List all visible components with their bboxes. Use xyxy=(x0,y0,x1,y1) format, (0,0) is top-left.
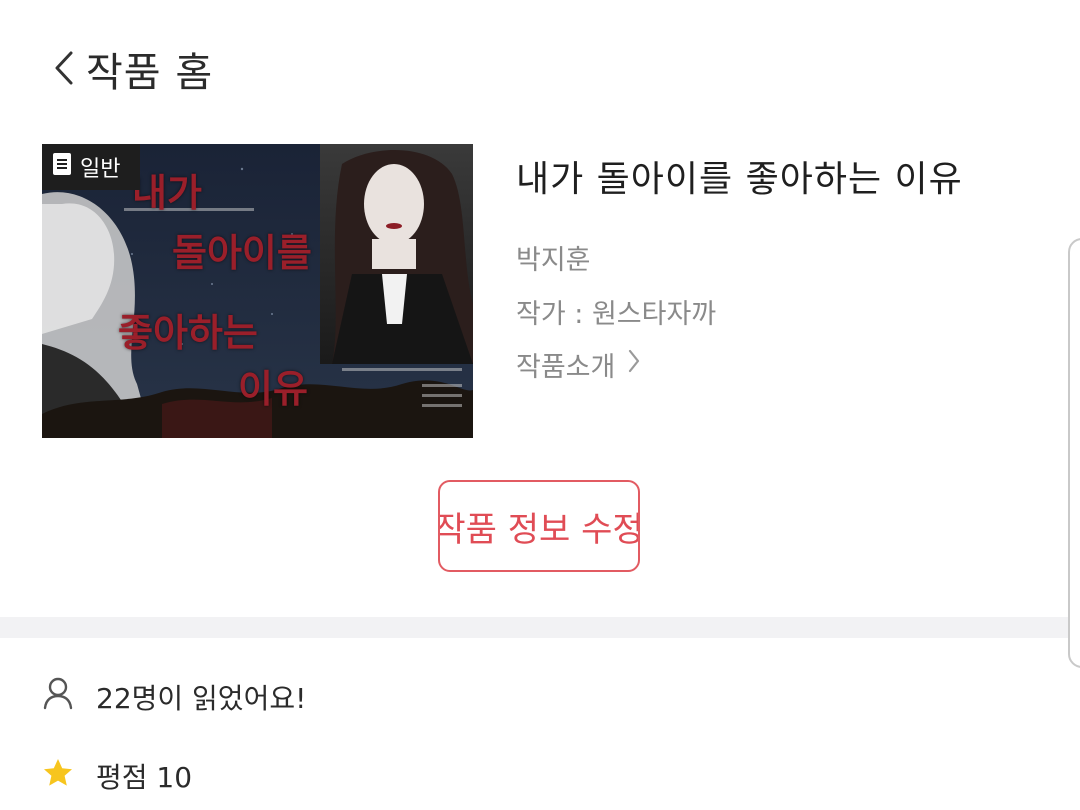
cover-text-line: 좋아하는 xyxy=(118,310,258,355)
chevron-left-icon xyxy=(53,49,75,91)
work-intro-link[interactable]: 작품소개 xyxy=(516,345,641,384)
cover-text-line: 돌아이를 xyxy=(172,230,312,275)
section-divider xyxy=(0,617,1080,638)
work-title: 내가 돌아이를 좋아하는 이유 xyxy=(516,159,963,200)
rating-text: 평점 10 xyxy=(96,761,193,794)
author-name[interactable]: 작가 : 원스타자까 xyxy=(516,292,716,331)
document-icon xyxy=(52,152,72,182)
read-count-row: 22명이 읽었어요! xyxy=(42,676,306,717)
character-name: 박지훈 xyxy=(516,245,591,276)
cover-text-line: 이유 xyxy=(238,366,308,411)
chevron-right-icon xyxy=(627,348,641,381)
read-count-text: 22명이 읽었어요! xyxy=(96,681,307,715)
star-icon xyxy=(42,757,74,796)
back-button[interactable] xyxy=(44,44,84,96)
edit-work-info-button[interactable]: 작품 정보 수정 xyxy=(438,480,640,572)
work-intro-label: 작품소개 xyxy=(516,352,616,383)
cover-text-line: 내가 xyxy=(132,170,202,215)
genre-badge: 일반 xyxy=(42,144,140,190)
top-bar: 작품 홈 xyxy=(0,0,1080,140)
person-icon xyxy=(42,676,74,717)
genre-label: 일반 xyxy=(80,157,121,182)
page-title: 작품 홈 xyxy=(86,50,214,96)
rating-row: 평점 10 xyxy=(42,756,192,796)
scrollbar-handle[interactable] xyxy=(1068,238,1080,668)
